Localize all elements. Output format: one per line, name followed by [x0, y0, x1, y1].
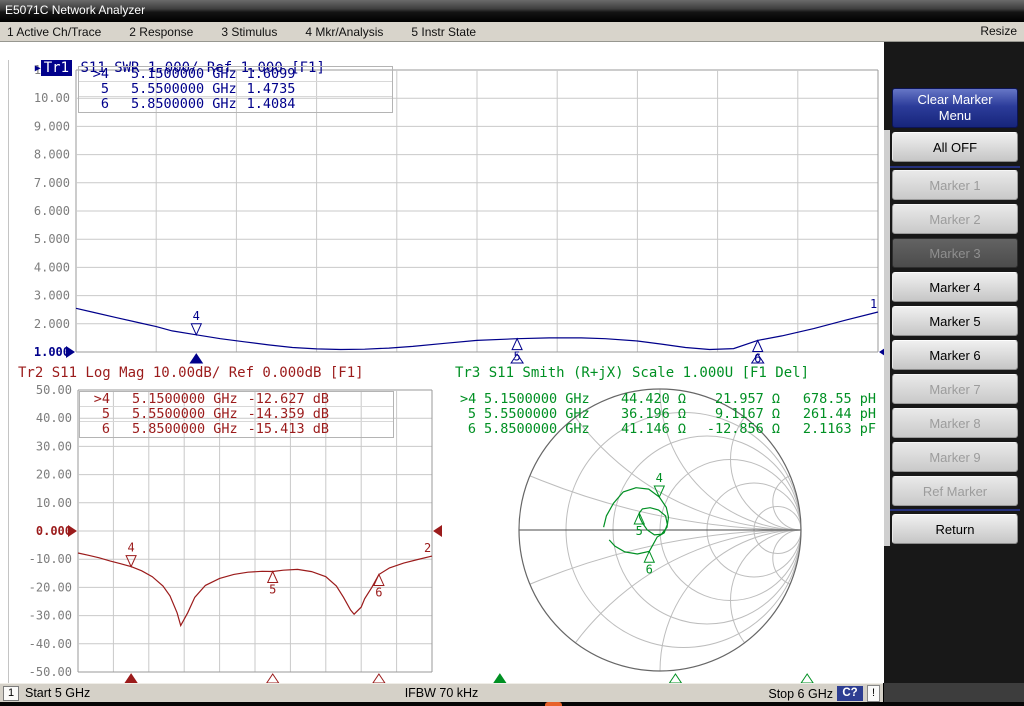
- trace1-badge: Tr1: [41, 60, 72, 76]
- softkey-menu: Clear MarkerMenu All OFF Marker 1 Marker 2 M…: [884, 42, 1024, 706]
- softkey-all-off[interactable]: All OFF: [892, 132, 1018, 162]
- active-trace-arrow-icon: ▶: [35, 63, 41, 74]
- channel-window-border: [8, 60, 9, 683]
- sidebar-bottom-filler: [884, 683, 1024, 702]
- softkey-marker-4[interactable]: Marker 4: [892, 272, 1018, 302]
- softkey-marker-3[interactable]: Marker 3: [892, 238, 1018, 268]
- softkey-ref-marker: Ref Marker: [892, 476, 1018, 506]
- softkey-marker-7: Marker 7: [892, 374, 1018, 404]
- trace3-marker-table: >45.1500000 GHz44.420 Ω21.957 Ω678.55 pH…: [456, 392, 882, 437]
- instrument-screen: [0, 42, 884, 683]
- ifbw-label: IFBW 70 kHz: [0, 686, 883, 700]
- cal-status-badge: C?: [837, 686, 863, 701]
- menu-item-1[interactable]: 1 Active Ch/Trace: [7, 25, 101, 39]
- taskbar-edge: [0, 702, 1024, 706]
- stop-frequency-label: Stop 6 GHz: [768, 687, 833, 701]
- marker-table-row: 65.8500000 GHz-15.413 dB: [80, 422, 393, 437]
- taskbar-notification-icon: [545, 702, 562, 706]
- softkey-marker-5[interactable]: Marker 5: [892, 306, 1018, 336]
- softkey-separator: [890, 509, 1020, 511]
- marker-table-row: 55.5500000 GHz1.4735: [79, 82, 392, 97]
- application-window: E5071C Network Analyzer 1 Active Ch/Trac…: [0, 0, 1024, 706]
- softkey-menu-title: Clear MarkerMenu: [892, 88, 1018, 128]
- softkey-marker-2: Marker 2: [892, 204, 1018, 234]
- marker-table-row: 65.8500000 GHz1.4084: [79, 97, 392, 112]
- menu-items: 1 Active Ch/Trace 2 Response 3 Stimulus 4 M…: [7, 22, 476, 41]
- marker-table-row: 55.5500000 GHz36.196 Ω9.1167 Ω261.44 pH: [456, 407, 882, 422]
- softkey-menu-edge: [884, 130, 890, 546]
- marker-table-row: >45.1500000 GHz-12.627 dB: [80, 392, 393, 407]
- trace2-marker-table: >45.1500000 GHz-12.627 dB55.5500000 GHz-…: [79, 391, 394, 438]
- menu-item-2[interactable]: 2 Response: [129, 25, 193, 39]
- window-title: E5071C Network Analyzer: [5, 3, 145, 17]
- softkey-marker-6[interactable]: Marker 6: [892, 340, 1018, 370]
- menu-bar: 1 Active Ch/Trace 2 Response 3 Stimulus 4 M…: [0, 22, 1024, 42]
- warning-indicator: !: [867, 685, 880, 702]
- softkey-marker-1: Marker 1: [892, 170, 1018, 200]
- marker-table-row: >45.1500000 GHz44.420 Ω21.957 Ω678.55 pH: [456, 392, 882, 407]
- status-bar: 1 Start 5 GHz IFBW 70 kHz Stop 6 GHz C? …: [0, 683, 883, 703]
- menu-item-4[interactable]: 4 Mkr/Analysis: [305, 25, 383, 39]
- trace1-marker-table: >45.1500000 GHz1.609955.5500000 GHz1.473…: [78, 66, 393, 113]
- resize-button[interactable]: Resize: [980, 24, 1017, 38]
- softkey-marker-9: Marker 9: [892, 442, 1018, 472]
- trace3-title: Tr3 S11 Smith (R+jX) Scale 1.000U [F1 De…: [455, 365, 809, 381]
- marker-table-row: >45.1500000 GHz1.6099: [79, 67, 392, 82]
- stop-frequency-group: Stop 6 GHz C? !: [768, 685, 880, 702]
- menu-item-5[interactable]: 5 Instr State: [411, 25, 476, 39]
- softkey-separator: [890, 166, 1020, 168]
- trace2-title: Tr2 S11 Log Mag 10.00dB/ Ref 0.000dB [F1…: [18, 365, 364, 381]
- window-titlebar: E5071C Network Analyzer: [0, 0, 1024, 22]
- softkey-return[interactable]: Return: [892, 514, 1018, 544]
- softkey-marker-8: Marker 8: [892, 408, 1018, 438]
- marker-table-row: 55.5500000 GHz-14.359 dB: [80, 407, 393, 422]
- marker-table-row: 65.8500000 GHz41.146 Ω-12.856 Ω2.1163 pF: [456, 422, 882, 437]
- menu-item-3[interactable]: 3 Stimulus: [221, 25, 277, 39]
